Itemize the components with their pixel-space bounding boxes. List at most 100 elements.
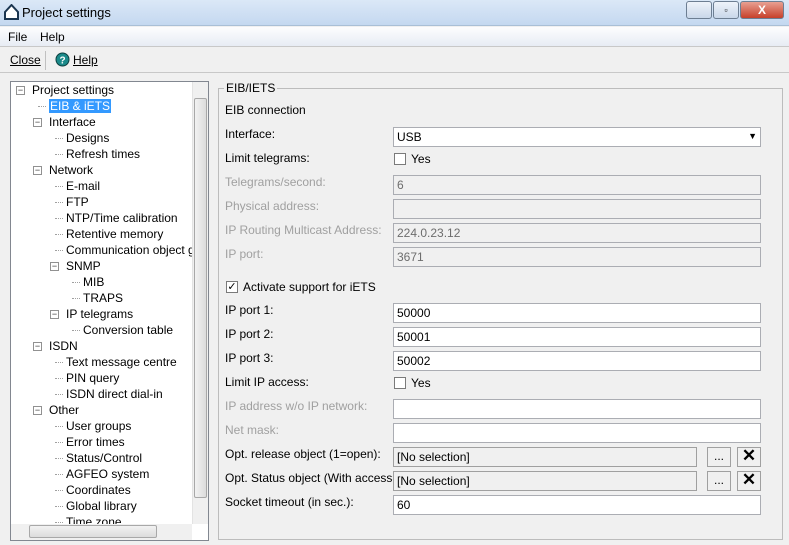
menu-file[interactable]: File xyxy=(8,30,27,44)
tree-item[interactable]: User groups xyxy=(66,419,131,434)
title-bar: Project settings ▫ X xyxy=(0,0,789,26)
tree-connector xyxy=(72,330,80,331)
tree-item[interactable]: AGFEO system xyxy=(66,467,149,482)
tree-item[interactable]: Interface xyxy=(49,115,96,130)
tree-item[interactable]: SNMP xyxy=(66,259,101,274)
tree-item[interactable]: Conversion table xyxy=(83,323,173,338)
scroll-thumb[interactable] xyxy=(194,98,207,498)
physical-address-label: Physical address: xyxy=(225,199,320,213)
close-window-button[interactable]: X xyxy=(740,1,784,19)
status-obj-browse-button[interactable]: ... xyxy=(707,471,731,491)
tree-connector xyxy=(55,522,63,523)
tree-item[interactable]: Refresh times xyxy=(66,147,140,162)
collapse-icon[interactable]: − xyxy=(33,166,42,175)
tree-item[interactable]: Error times xyxy=(66,435,125,450)
tree-item-label: Project settings xyxy=(32,83,115,97)
tree-item-label: NTP/Time calibration xyxy=(66,211,178,225)
tree-vertical-scrollbar[interactable] xyxy=(192,82,208,524)
collapse-icon[interactable]: − xyxy=(50,310,59,319)
tree-item[interactable]: TRAPS xyxy=(83,291,123,306)
tree-item[interactable]: Retentive memory xyxy=(66,227,163,242)
ip-port1-label: IP port 1: xyxy=(225,303,274,317)
tree-item-label: User groups xyxy=(66,419,132,433)
tree-item[interactable]: Global library xyxy=(66,499,137,514)
collapse-icon[interactable]: − xyxy=(50,262,59,271)
tree-item-label: IP telegrams xyxy=(66,307,134,321)
tree-item-label: Refresh times xyxy=(66,147,141,161)
help-button[interactable]: ? Help xyxy=(55,51,115,70)
tree-connector xyxy=(55,442,63,443)
interface-select[interactable]: USB ▼ xyxy=(393,127,761,147)
tree-item[interactable]: IP telegrams xyxy=(66,307,133,322)
telegrams-second-input[interactable]: 6 xyxy=(393,175,761,195)
tree-item-label: Text message centre xyxy=(66,355,177,369)
ip-port2-input[interactable]: 50001 xyxy=(393,327,761,347)
tree-connector xyxy=(55,154,63,155)
tree-item[interactable]: Text message centre xyxy=(66,355,177,370)
ip-wo-network-input[interactable] xyxy=(393,399,761,419)
maximize-button[interactable]: ▫ xyxy=(713,1,739,19)
tree-item-label: Retentive memory xyxy=(66,227,164,241)
tree-item[interactable]: Communication object gate xyxy=(66,243,208,258)
tree-item-label: Other xyxy=(49,403,80,417)
limit-telegrams-checkbox[interactable] xyxy=(394,153,406,165)
tree-connector xyxy=(55,490,63,491)
scroll-thumb[interactable] xyxy=(29,525,157,538)
tree-item[interactable]: MIB xyxy=(83,275,104,290)
ip-multicast-label: IP Routing Multicast Address: xyxy=(225,223,382,237)
tree-item[interactable]: Designs xyxy=(66,131,109,146)
settings-tree[interactable]: Project settings − EIB & iETS Interface − Des… xyxy=(10,81,209,541)
minimize-button[interactable] xyxy=(686,1,712,19)
tree-connector xyxy=(55,394,63,395)
tree-item[interactable]: Other xyxy=(49,403,79,418)
net-mask-label: Net mask: xyxy=(225,423,280,437)
tree-item-label: ISDN xyxy=(49,339,78,353)
tree-connector xyxy=(55,458,63,459)
tree-connector xyxy=(72,298,80,299)
limit-telegrams-label: Limit telegrams: xyxy=(225,151,310,165)
physical-address-input[interactable] xyxy=(393,199,761,219)
menu-help[interactable]: Help xyxy=(40,30,65,44)
tree-item[interactable]: PIN query xyxy=(66,371,119,386)
release-obj-browse-button[interactable]: ... xyxy=(707,447,731,467)
ip-port1-input[interactable]: 50000 xyxy=(393,303,761,323)
collapse-icon[interactable]: − xyxy=(16,86,25,95)
selected-value: USB xyxy=(397,130,422,144)
collapse-icon[interactable]: − xyxy=(33,406,42,415)
tree-connector xyxy=(38,106,46,107)
ip-multicast-input[interactable]: 224.0.23.12 xyxy=(393,223,761,243)
tree-item[interactable]: FTP xyxy=(66,195,89,210)
tree-item[interactable]: ISDN direct dial-in xyxy=(66,387,163,402)
tree-item[interactable]: EIB & iETS xyxy=(49,99,112,114)
tree-item[interactable]: ISDN xyxy=(49,339,78,354)
collapse-icon[interactable]: − xyxy=(33,118,42,127)
status-obj-clear-icon[interactable]: ✕ xyxy=(737,471,761,491)
window-title: Project settings xyxy=(22,5,111,20)
tree-item-label: MIB xyxy=(83,275,105,289)
tree-item[interactable]: Status/Control xyxy=(66,451,142,466)
net-mask-input[interactable] xyxy=(393,423,761,443)
interface-label: Interface: xyxy=(225,127,276,141)
ip-port2-label: IP port 2: xyxy=(225,327,274,341)
tree-item[interactable]: Network xyxy=(49,163,93,178)
activate-iets-checkbox[interactable]: ✓ xyxy=(226,281,238,293)
ip-port-input[interactable]: 3671 xyxy=(393,247,761,267)
house-icon xyxy=(4,4,19,20)
limit-ip-checkbox[interactable] xyxy=(394,377,406,389)
tree-item-label: ISDN direct dial-in xyxy=(66,387,163,401)
tree-item[interactable]: E-mail xyxy=(66,179,100,194)
tree-item-label: TRAPS xyxy=(83,291,124,305)
tree-item[interactable]: NTP/Time calibration xyxy=(66,211,178,226)
tree-item[interactable]: Coordinates xyxy=(66,483,131,498)
tree-horizontal-scrollbar[interactable] xyxy=(11,524,192,540)
tree-item[interactable]: Project settings xyxy=(32,83,114,98)
tree-connector xyxy=(55,506,63,507)
tree-connector xyxy=(55,362,63,363)
release-obj-label: Opt. release object (1=open): xyxy=(225,447,381,461)
ip-port3-input[interactable]: 50002 xyxy=(393,351,761,371)
collapse-icon[interactable]: − xyxy=(33,342,42,351)
tree-item-label: EIB & iETS xyxy=(49,99,112,113)
release-obj-clear-icon[interactable]: ✕ xyxy=(737,447,761,467)
socket-timeout-input[interactable]: 60 xyxy=(393,495,761,515)
close-button[interactable]: Close xyxy=(10,53,41,67)
